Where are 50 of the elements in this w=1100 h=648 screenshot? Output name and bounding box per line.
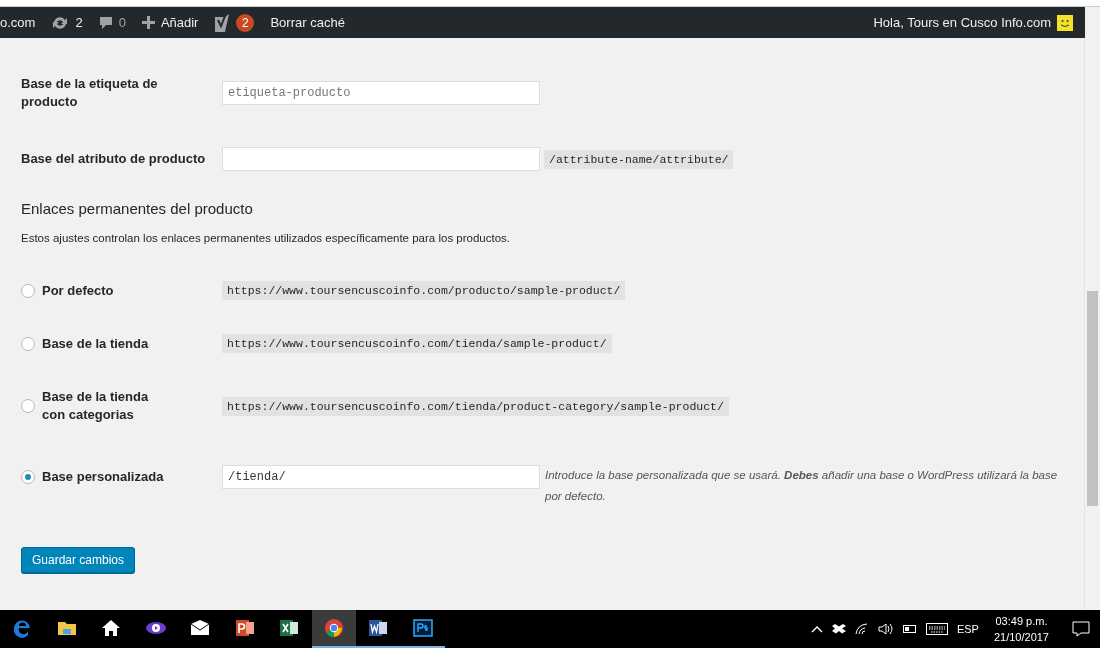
avatar-icon[interactable]	[1057, 14, 1073, 31]
scrollbar-thumb[interactable]	[1087, 291, 1098, 506]
text-field[interactable]	[222, 147, 540, 171]
speaker-icon[interactable]	[877, 623, 894, 635]
presentation-app-icon	[233, 617, 256, 639]
code-sample: https://www.toursencuscoinfo.com/producto/sample-product/	[222, 281, 626, 300]
language-indicator[interactable]: ESP	[956, 623, 979, 635]
taskbar-button[interactable]	[311, 610, 356, 648]
spreadsheet-app-icon	[278, 617, 301, 639]
comments-count: 0	[118, 15, 126, 30]
option-label: Base de la tienda con categorias	[42, 388, 150, 424]
radio-button[interactable]	[21, 470, 35, 484]
save-button[interactable]: Guardar cambios	[21, 547, 136, 573]
code-sample: https://www.toursencuscoinfo.com/tienda/product-category/sample-product/	[222, 396, 729, 416]
wifi-icon[interactable]	[854, 623, 869, 635]
option-label: Base de la tienda	[42, 334, 149, 353]
clock-time[interactable]: 03:49 p.m.	[995, 613, 1048, 629]
notification-badge: 2	[236, 13, 255, 32]
comment-icon[interactable]	[98, 15, 113, 30]
radio-button[interactable]	[21, 283, 35, 298]
keyboard-icon[interactable]	[925, 623, 948, 635]
clear-cache-link[interactable]: Borrar caché	[270, 15, 345, 30]
text-field[interactable]: etiqueta-producto	[222, 81, 540, 105]
option-label: Base personalizada	[42, 468, 164, 486]
image-editor-icon	[411, 617, 434, 639]
site-link[interactable]: o.com	[0, 15, 36, 30]
round-browser-icon	[322, 617, 345, 639]
greeting-link[interactable]: Hola, Tours en Cusco Info.com	[873, 15, 1051, 30]
section-description: Estos ajustes controlan los enlaces permanentes utilizados específicamente para los productos.	[21, 232, 512, 244]
refresh-icon[interactable]	[51, 14, 70, 31]
code-sample: /attribute-name/attribute/	[544, 149, 734, 169]
battery-icon[interactable]	[902, 625, 917, 633]
help-text: Introduce la base personalizada que se usará. Debes añadir una base o WordPress utilizará la base por defecto.	[543, 468, 1059, 504]
chevron-up-icon[interactable]	[810, 625, 823, 633]
plus-icon[interactable]	[141, 16, 155, 29]
clock-date[interactable]: 21/10/2017	[993, 629, 1049, 645]
seo-plugin-icon[interactable]	[214, 13, 231, 32]
code-sample: https://www.toursencuscoinfo.com/tienda/sample-product/	[222, 334, 612, 353]
add-new-link[interactable]: Añadir	[160, 15, 199, 30]
scrollbar[interactable]	[1084, 38, 1100, 610]
radio-button[interactable]	[21, 336, 35, 351]
notification-icon[interactable]	[1072, 621, 1090, 637]
radio-button[interactable]	[21, 399, 35, 413]
text-field[interactable]: /tienda/	[222, 465, 540, 489]
field-label: Base de la etiqueta de producto	[21, 75, 159, 111]
option-label: Por defecto	[42, 281, 114, 300]
document-app-icon	[367, 617, 390, 639]
updates-count: 2	[75, 15, 83, 30]
section-heading: Enlaces permanentes del producto	[21, 200, 254, 217]
field-label: Base del atributo de producto	[21, 150, 207, 168]
